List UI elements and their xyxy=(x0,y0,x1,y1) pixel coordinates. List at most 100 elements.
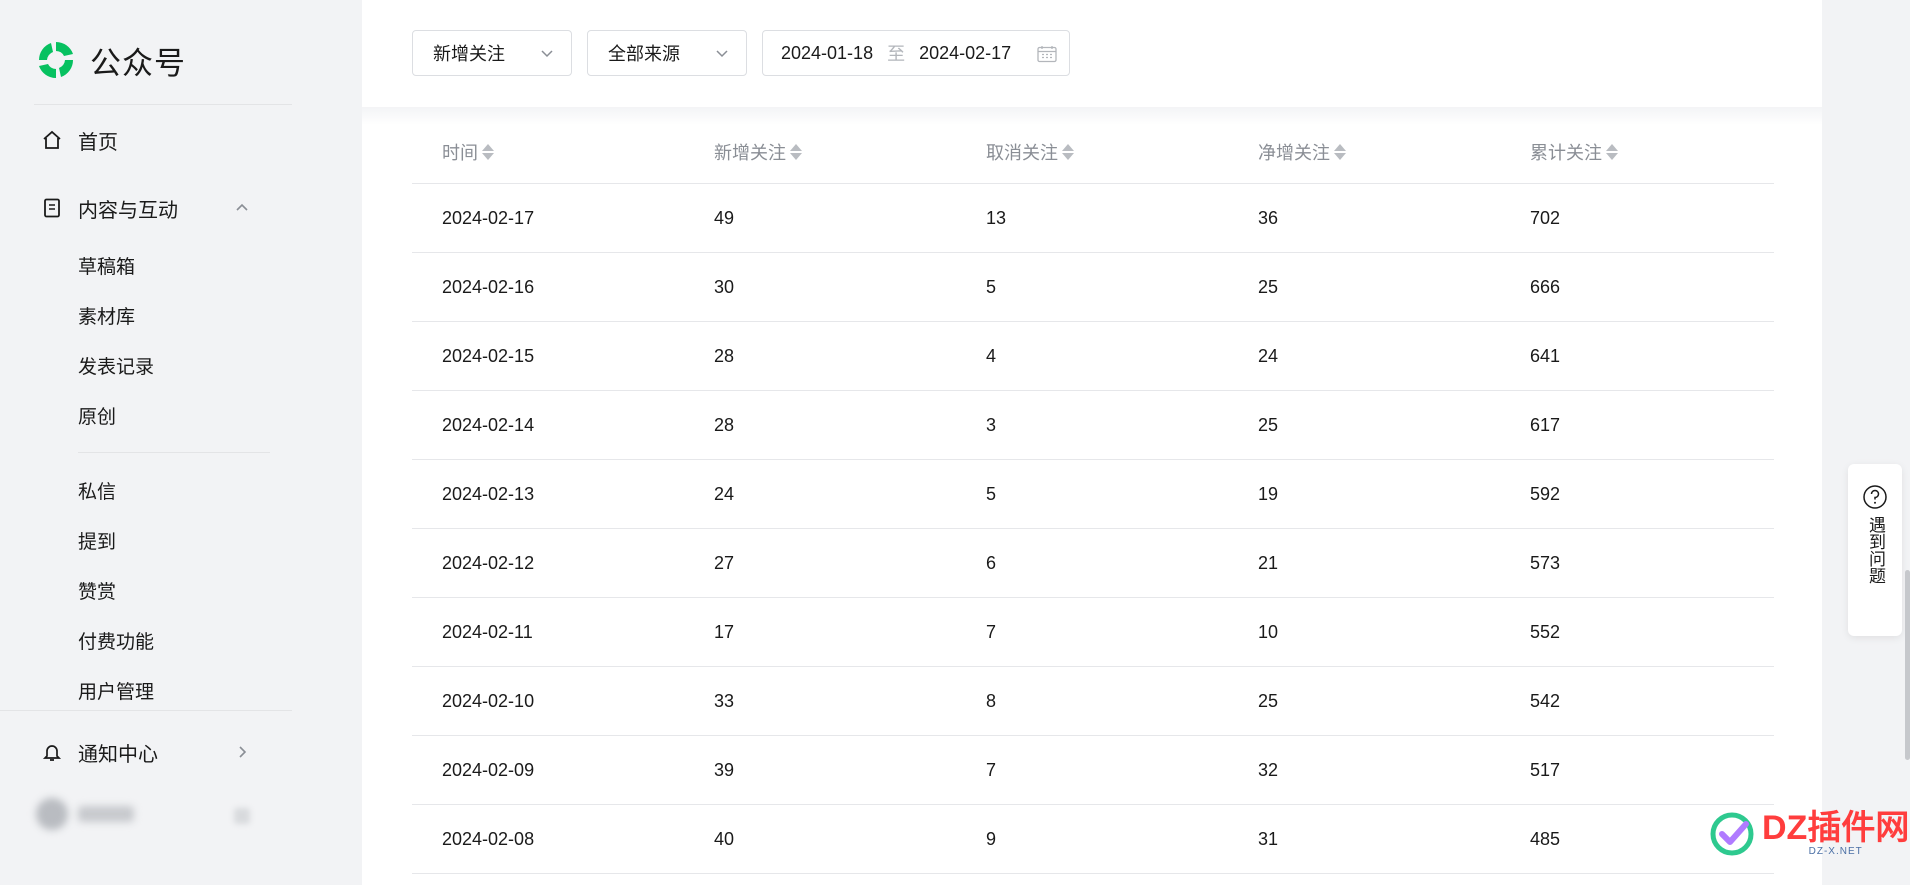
sidebar-item-mentions[interactable]: 提到 xyxy=(78,525,116,555)
table-row: 2024-02-14 28 3 25 617 xyxy=(412,391,1774,460)
table-header: 时间 新增关注 取消关注 净增关注 累计关注 xyxy=(412,107,1774,184)
cell-new: 27 xyxy=(714,553,735,573)
help-label: 遇到问题 xyxy=(1866,516,1885,584)
cell-unfollow: 8 xyxy=(986,691,997,711)
table-row: 2024-02-12 27 6 21 573 xyxy=(412,529,1774,598)
wechat-official-logo-icon xyxy=(38,41,74,79)
sort-icon[interactable] xyxy=(1062,144,1074,160)
table-row: 2024-02-09 39 7 32 517 xyxy=(412,736,1774,805)
date-end[interactable]: 2024-02-17 xyxy=(919,43,1011,64)
cell-date: 2024-02-12 xyxy=(442,553,535,573)
table-row: 2024-02-15 28 4 24 641 xyxy=(412,322,1774,391)
app-window: 公众号 首页 内容与互动 草稿箱 素材库 发表记录 原创 私信 提到 赞赏 付费… xyxy=(0,0,1910,885)
cell-total: 517 xyxy=(1530,760,1561,780)
scrollbar[interactable] xyxy=(1905,570,1910,760)
cell-date: 2024-02-14 xyxy=(442,415,535,435)
column-header-label: 时间 xyxy=(442,143,478,163)
nav-content-group[interactable]: 内容与互动 xyxy=(40,190,250,226)
table-row: 2024-02-17 49 13 36 702 xyxy=(412,184,1774,253)
column-header-label: 取消关注 xyxy=(986,143,1058,163)
sort-icon[interactable] xyxy=(482,144,494,160)
column-header-label: 净增关注 xyxy=(1258,143,1330,163)
sidebar-item-messages[interactable]: 私信 xyxy=(78,475,116,505)
watermark-subtext: DZ-X.NET xyxy=(1808,846,1863,857)
divider xyxy=(34,104,292,105)
cell-unfollow: 3 xyxy=(986,415,997,435)
sidebar: 公众号 首页 内容与互动 草稿箱 素材库 发表记录 原创 私信 提到 赞赏 付费… xyxy=(0,0,362,885)
column-header-net-follows[interactable]: 净增关注 xyxy=(1258,139,1346,165)
table-row: 2024-02-11 17 7 10 552 xyxy=(412,598,1774,667)
sort-icon[interactable] xyxy=(1334,144,1346,160)
cell-net: 19 xyxy=(1258,484,1279,504)
chevron-blurred-icon xyxy=(234,808,250,824)
data-table: 时间 新增关注 取消关注 净增关注 累计关注 2024-02-17 49 13 … xyxy=(412,107,1774,874)
nav-content-label: 内容与互动 xyxy=(78,199,178,222)
cell-net: 25 xyxy=(1258,691,1279,711)
cell-net: 32 xyxy=(1258,760,1279,780)
date-start[interactable]: 2024-01-18 xyxy=(781,43,873,64)
cell-date: 2024-02-16 xyxy=(442,277,535,297)
calendar-icon[interactable] xyxy=(1037,45,1057,63)
cell-date: 2024-02-11 xyxy=(442,622,533,642)
chevron-down-icon xyxy=(541,50,553,58)
cell-net: 36 xyxy=(1258,208,1279,228)
table-row: 2024-02-16 30 5 25 666 xyxy=(412,253,1774,322)
main-content: 时间 新增关注 取消关注 净增关注 累计关注 2024-02-17 49 13 … xyxy=(362,107,1822,885)
cell-total: 592 xyxy=(1530,484,1561,504)
cell-new: 28 xyxy=(714,415,735,435)
account-switcher[interactable] xyxy=(36,796,136,832)
cell-total: 485 xyxy=(1530,829,1561,849)
sort-icon[interactable] xyxy=(790,144,802,160)
chevron-right-icon xyxy=(239,746,247,758)
sort-icon[interactable] xyxy=(1606,144,1618,160)
date-range-picker[interactable]: 2024-01-18 至 2024-02-17 xyxy=(762,30,1070,76)
sidebar-item-drafts[interactable]: 草稿箱 xyxy=(78,250,135,280)
cell-date: 2024-02-17 xyxy=(442,208,535,228)
divider xyxy=(78,452,270,453)
avatar xyxy=(36,798,68,830)
table-row: 2024-02-10 33 8 25 542 xyxy=(412,667,1774,736)
cell-new: 30 xyxy=(714,277,735,297)
watermark-logo-icon xyxy=(1710,812,1754,856)
cell-net: 21 xyxy=(1258,553,1279,573)
cell-new: 24 xyxy=(714,484,735,504)
column-header-unfollows[interactable]: 取消关注 xyxy=(986,139,1074,165)
cell-total: 573 xyxy=(1530,553,1561,573)
sidebar-item-materials[interactable]: 素材库 xyxy=(78,300,135,330)
cell-net: 10 xyxy=(1258,622,1279,642)
column-header-total-follows[interactable]: 累计关注 xyxy=(1530,139,1618,165)
cell-new: 49 xyxy=(714,208,735,228)
cell-total: 617 xyxy=(1530,415,1561,435)
cell-date: 2024-02-13 xyxy=(442,484,535,504)
date-separator: 至 xyxy=(887,44,906,64)
cell-net: 25 xyxy=(1258,415,1279,435)
cell-unfollow: 13 xyxy=(986,208,1007,228)
sidebar-item-publish-records[interactable]: 发表记录 xyxy=(78,350,154,380)
chevron-up-icon xyxy=(236,203,248,211)
brand[interactable]: 公众号 xyxy=(34,36,186,84)
divider xyxy=(0,710,292,711)
cell-total: 702 xyxy=(1530,208,1561,228)
type-select[interactable]: 新增关注 xyxy=(412,30,572,76)
cell-unfollow: 4 xyxy=(986,346,997,366)
bell-icon xyxy=(40,740,64,764)
sidebar-item-user-management[interactable]: 用户管理 xyxy=(78,675,154,705)
watermark-text: DZ插件网 xyxy=(1762,809,1910,847)
sidebar-item-paid-features[interactable]: 付费功能 xyxy=(78,625,154,655)
sidebar-item-original[interactable]: 原创 xyxy=(78,400,116,430)
source-select-value: 全部来源 xyxy=(608,44,680,64)
cell-date: 2024-02-10 xyxy=(442,691,535,711)
cell-date: 2024-02-15 xyxy=(442,346,535,366)
home-icon xyxy=(40,128,64,152)
filter-bar: 新增关注 全部来源 2024-01-18 至 2024-02-17 xyxy=(362,0,1822,107)
column-header-time[interactable]: 时间 xyxy=(442,139,494,165)
nav-notification-center[interactable]: 通知中心 xyxy=(40,734,250,770)
cell-net: 31 xyxy=(1258,829,1279,849)
sidebar-item-rewards[interactable]: 赞赏 xyxy=(78,575,116,605)
nav-home[interactable]: 首页 xyxy=(40,122,118,158)
help-button[interactable]: 遇到问题 xyxy=(1848,464,1902,636)
column-header-new-follows[interactable]: 新增关注 xyxy=(714,139,802,165)
column-header-label: 累计关注 xyxy=(1530,143,1602,163)
source-select[interactable]: 全部来源 xyxy=(587,30,747,76)
table-row: 2024-02-08 40 9 31 485 xyxy=(412,805,1774,874)
